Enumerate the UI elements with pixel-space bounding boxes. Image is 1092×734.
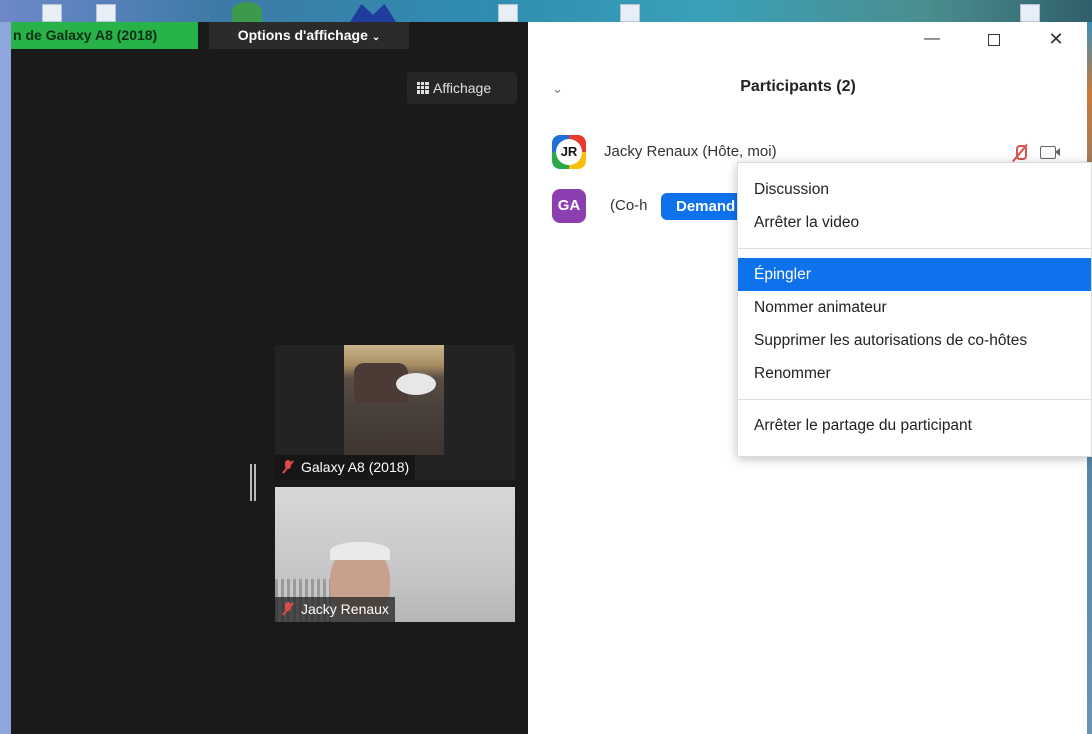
desktop-icon xyxy=(42,4,62,22)
panel-title: Participants (2) xyxy=(740,78,856,95)
avatar: JR xyxy=(552,135,586,169)
video-name: Galaxy A8 (2018) xyxy=(301,459,410,475)
desktop-background xyxy=(0,0,1092,22)
chevron-down-icon: ⌄ xyxy=(371,32,381,43)
participant-name: (Co-h xyxy=(610,197,648,214)
menu-divider xyxy=(738,399,1091,400)
menu-item-pin[interactable]: Épingler xyxy=(738,258,1091,291)
desktop-icon xyxy=(350,4,396,22)
video-tile-jacky[interactable]: Jacky Renaux xyxy=(275,487,515,622)
close-button[interactable]: ✕ xyxy=(1025,22,1087,56)
video-feed-galaxy xyxy=(344,345,444,455)
menu-item-rename[interactable]: Renommer xyxy=(738,357,1091,390)
video-content xyxy=(330,542,390,560)
menu-item-remove-cohost[interactable]: Supprimer les autorisations de co-hôtes xyxy=(738,324,1091,357)
menu-item-chat[interactable]: Discussion xyxy=(738,173,1091,206)
video-tile-galaxy[interactable]: Galaxy A8 (2018) xyxy=(275,345,515,480)
view-options-label: Options d'affichage xyxy=(237,27,368,43)
view-layout-label: Affichage xyxy=(433,80,492,96)
meeting-title-tab[interactable]: n de Galaxy A8 (2018) xyxy=(11,22,198,49)
menu-item-stop-share[interactable]: Arrêter le partage du participant xyxy=(738,409,1091,442)
desktop-icon xyxy=(1020,4,1040,22)
video-name: Jacky Renaux xyxy=(301,601,389,617)
desktop-icon xyxy=(96,4,116,22)
window-controls: — ✕ xyxy=(901,22,1087,56)
video-name-label: Galaxy A8 (2018) xyxy=(275,455,416,480)
minimize-button[interactable]: — xyxy=(901,22,963,56)
view-layout-button[interactable]: Affichage xyxy=(407,72,517,104)
video-camera-icon[interactable] xyxy=(1040,146,1060,159)
menu-item-stop-video[interactable]: Arrêter la video xyxy=(738,206,1091,239)
view-options-button[interactable]: Options d'affichage ⌄ xyxy=(209,22,409,49)
avatar-initials: JR xyxy=(556,139,582,165)
desktop-icon xyxy=(498,4,518,22)
maximize-button[interactable] xyxy=(963,22,1025,56)
grid-icon xyxy=(417,82,429,94)
panel-resize-handle[interactable] xyxy=(250,464,256,501)
video-area: n de Galaxy A8 (2018) Options d'affichag… xyxy=(11,22,528,734)
video-name-label: Jacky Renaux xyxy=(275,597,395,622)
menu-divider xyxy=(738,248,1091,249)
participant-context-menu: Discussion Arrêter la video Épingler Nom… xyxy=(737,162,1092,457)
video-content xyxy=(396,373,436,395)
avatar: GA xyxy=(552,189,586,223)
mic-muted-icon xyxy=(281,602,295,616)
mic-muted-icon[interactable] xyxy=(1011,144,1029,162)
desktop-icon xyxy=(620,4,640,22)
maximize-icon xyxy=(988,34,1000,46)
desktop-icon xyxy=(232,2,262,22)
menu-item-make-host[interactable]: Nommer animateur xyxy=(738,291,1091,324)
mic-muted-icon xyxy=(281,460,295,474)
